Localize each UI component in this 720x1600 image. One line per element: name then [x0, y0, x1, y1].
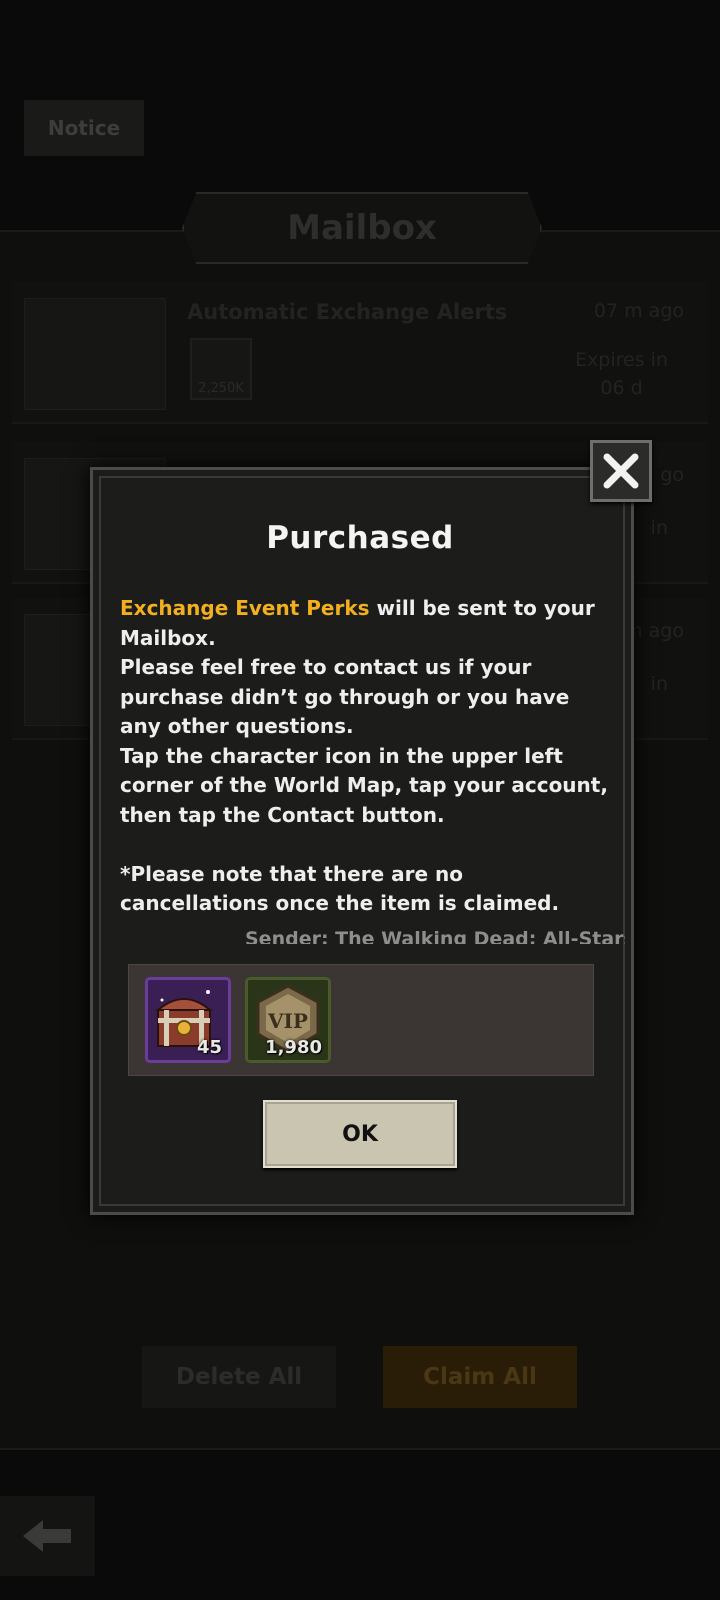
- claim-all-button[interactable]: Claim All: [383, 1346, 577, 1408]
- mail-time: 07 m ago: [593, 300, 684, 322]
- highlight-text: Exchange Event Perks: [120, 596, 370, 620]
- mail-expires: Expires in 06 d: [575, 349, 668, 399]
- mail-thumbnail: [24, 298, 166, 410]
- ok-button[interactable]: OK: [263, 1100, 457, 1168]
- close-icon: [603, 453, 639, 489]
- mail-item-slot: 2,250K: [190, 338, 252, 400]
- reward-item[interactable]: VIP 1,980: [245, 977, 331, 1063]
- mail-row[interactable]: Automatic Exchange Alerts 07 m ago 2,250…: [12, 282, 708, 424]
- message-paragraph-2: Please feel free to contact us if your p…: [120, 655, 570, 738]
- back-arrow-icon: [22, 1520, 71, 1552]
- tab-notice[interactable]: Notice: [24, 100, 144, 156]
- mail-item-count: 2,250K: [198, 381, 244, 396]
- dialog-title: Purchased: [266, 520, 454, 556]
- message-paragraph-3: Tap the character icon in the upper left…: [120, 743, 608, 827]
- message-note: *Please note that there are no cancellat…: [120, 861, 560, 916]
- mail-time: go: [660, 464, 684, 486]
- ok-button-label: OK: [342, 1121, 378, 1147]
- mailbox-title-banner: Mailbox: [182, 192, 542, 264]
- reward-count: 1,980: [265, 1037, 322, 1058]
- reward-count: 45: [196, 1037, 222, 1058]
- sender-label: Sender: The Walking Dead: All-Stars: [245, 928, 625, 944]
- rewards-panel: 45 VIP 1,980: [128, 964, 594, 1076]
- mail-subject: Automatic Exchange Alerts: [187, 300, 508, 324]
- dialog-message: Exchange Event Perks will be sent to you…: [120, 594, 610, 919]
- message-paragraph-1: Exchange Event Perks will be sent to you…: [120, 594, 610, 653]
- svg-text:VIP: VIP: [267, 1009, 308, 1033]
- reward-item[interactable]: 45: [145, 977, 231, 1063]
- delete-all-button[interactable]: Delete All: [142, 1346, 336, 1408]
- mail-expires: in: [650, 673, 668, 695]
- back-button[interactable]: [0, 1496, 95, 1576]
- mailbox-title: Mailbox: [287, 208, 437, 248]
- close-button[interactable]: [590, 440, 652, 502]
